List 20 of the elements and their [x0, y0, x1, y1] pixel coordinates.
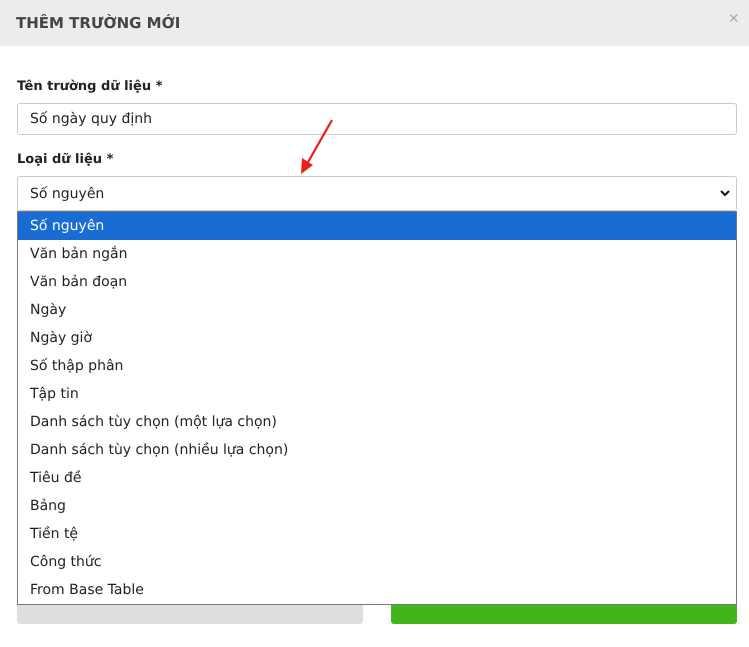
- dropdown-option[interactable]: Công thức: [18, 548, 736, 576]
- dropdown-option[interactable]: Văn bản ngắn: [18, 240, 736, 268]
- dropdown-option[interactable]: Ngày: [18, 296, 736, 324]
- dropdown-option[interactable]: Tiền tệ: [18, 520, 736, 548]
- chevron-down-icon: [720, 190, 730, 197]
- dropdown-option[interactable]: Tập tin: [18, 380, 736, 408]
- dropdown-option[interactable]: From Base Table: [18, 576, 736, 604]
- dropdown-option[interactable]: Tiêu đề: [18, 464, 736, 492]
- dropdown-option[interactable]: Ngày giờ: [18, 324, 736, 352]
- dropdown-option[interactable]: Số thập phân: [18, 352, 736, 380]
- field-label: Loại dữ liệu *: [17, 152, 114, 167]
- input-field[interactable]: Số ngày quy định: [17, 103, 737, 135]
- dropdown-option[interactable]: Văn bản đoạn: [18, 268, 736, 296]
- dropdown-option[interactable]: Danh sách tùy chọn (một lựa chọn): [18, 408, 736, 436]
- dropdown-option[interactable]: Số nguyên: [18, 212, 736, 240]
- dropdown-option[interactable]: Bảng: [18, 492, 736, 520]
- field-label: Tên trường dữ liệu *: [17, 79, 164, 94]
- select-field[interactable]: Số nguyên: [17, 176, 737, 211]
- dropdown-option[interactable]: Danh sách tùy chọn (nhiều lựa chọn): [18, 436, 736, 464]
- dialog-title: THÊM TRƯỜNG MỚI: [16, 14, 180, 32]
